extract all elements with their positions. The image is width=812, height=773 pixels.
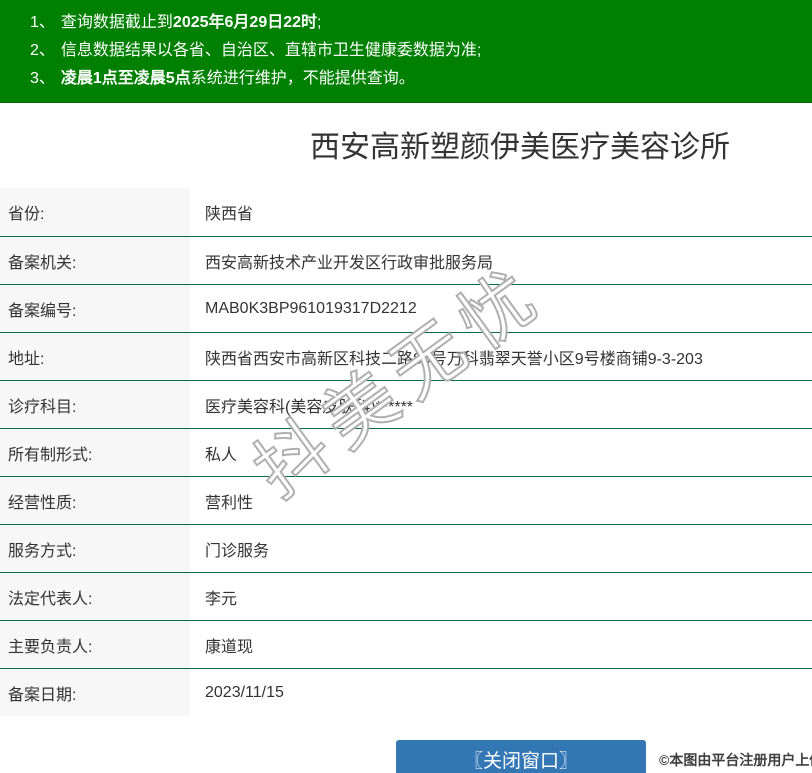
row-value: 李元 — [205, 590, 238, 608]
notice-line-1: 1、 查询数据截止到2025年6月29日22时; — [30, 9, 802, 37]
row-value: 陕西省西安市高新区科技二路80号万科翡翠天誉小区9号楼商铺9-3-203 — [205, 350, 703, 368]
notice-text-bold: 2025年6月29日22时 — [172, 14, 318, 31]
notice-number: 1、 — [30, 14, 55, 31]
info-table: 省份: 陕西省 备案机关: 西安高新技术产业开发区行政审批服务局 备案编号: M… — [0, 188, 812, 716]
row-clinical-departments: 诊疗科目: 医疗美容科(美容皮肤科)****** — [0, 380, 812, 428]
row-label: 备案机关: — [0, 237, 190, 284]
row-label: 备案编号: — [0, 285, 190, 332]
row-principal: 主要负责人: 康道现 — [0, 620, 812, 668]
close-window-button[interactable]: 〖关闭窗口〗 — [396, 740, 646, 773]
registration-query-page: { "notice_bar": { "bg_color": "#008000",… — [0, 0, 812, 773]
row-label: 地址: — [0, 333, 190, 380]
row-label: 经营性质: — [0, 477, 190, 524]
notice-text-bold: 凌晨1点至凌晨5点 — [60, 70, 191, 87]
row-filing-authority: 备案机关: 西安高新技术产业开发区行政审批服务局 — [0, 236, 812, 284]
row-label: 诊疗科目: — [0, 381, 190, 428]
row-value: 医疗美容科(美容皮肤科)****** — [205, 398, 414, 416]
row-label: 服务方式: — [0, 525, 190, 572]
notice-text: 系统进行维护，不能提供查询。 — [190, 70, 415, 87]
row-ownership-type: 所有制形式: 私人 — [0, 428, 812, 476]
row-value: 西安高新技术产业开发区行政审批服务局 — [205, 254, 494, 272]
row-legal-representative: 法定代表人: 李元 — [0, 572, 812, 620]
row-label: 省份: — [0, 188, 190, 236]
row-address: 地址: 陕西省西安市高新区科技二路80号万科翡翠天誉小区9号楼商铺9-3-203 — [0, 332, 812, 380]
notice-bar: 1、 查询数据截止到2025年6月29日22时; 2、 信息数据结果以各省、自治区、… — [0, 0, 812, 103]
row-value: 私人 — [205, 446, 238, 464]
row-label: 主要负责人: — [0, 621, 190, 668]
notice-line-2: 2、 信息数据结果以各省、自治区、直辖市卫生健康委数据为准; — [30, 37, 802, 65]
row-label: 备案日期: — [0, 669, 190, 716]
notice-number: 3、 — [30, 70, 55, 87]
row-value: 营利性 — [205, 494, 254, 512]
row-filing-date: 备案日期: 2023/11/15 — [0, 668, 812, 716]
row-label: 所有制形式: — [0, 429, 190, 476]
row-value: 陕西省 — [205, 206, 254, 223]
notice-text: 查询数据截止到 — [60, 14, 173, 31]
notice-text: ; — [317, 14, 322, 31]
upload-caption: ©本图由平台注册用户上传 — [659, 752, 812, 768]
row-service-mode: 服务方式: 门诊服务 — [0, 524, 812, 572]
row-value: 门诊服务 — [205, 542, 270, 560]
row-value: 2023/11/15 — [205, 683, 284, 701]
row-value: 康道现 — [205, 638, 254, 656]
notice-line-3: 3、 凌晨1点至凌晨5点系统进行维护，不能提供查询。 — [30, 65, 802, 93]
page-title: 西安高新塑颜伊美医疗美容诊所 — [310, 131, 730, 164]
row-province: 省份: 陕西省 — [0, 188, 812, 236]
notice-text: 信息数据结果以各省、自治区、直辖市卫生健康委数据为准; — [60, 42, 482, 59]
notice-number: 2、 — [30, 42, 55, 59]
row-label: 法定代表人: — [0, 573, 190, 620]
row-value: MAB0K3BP961019317D2212 — [205, 299, 417, 317]
row-filing-number: 备案编号: MAB0K3BP961019317D2212 — [0, 284, 812, 332]
row-operation-nature: 经营性质: 营利性 — [0, 476, 812, 524]
